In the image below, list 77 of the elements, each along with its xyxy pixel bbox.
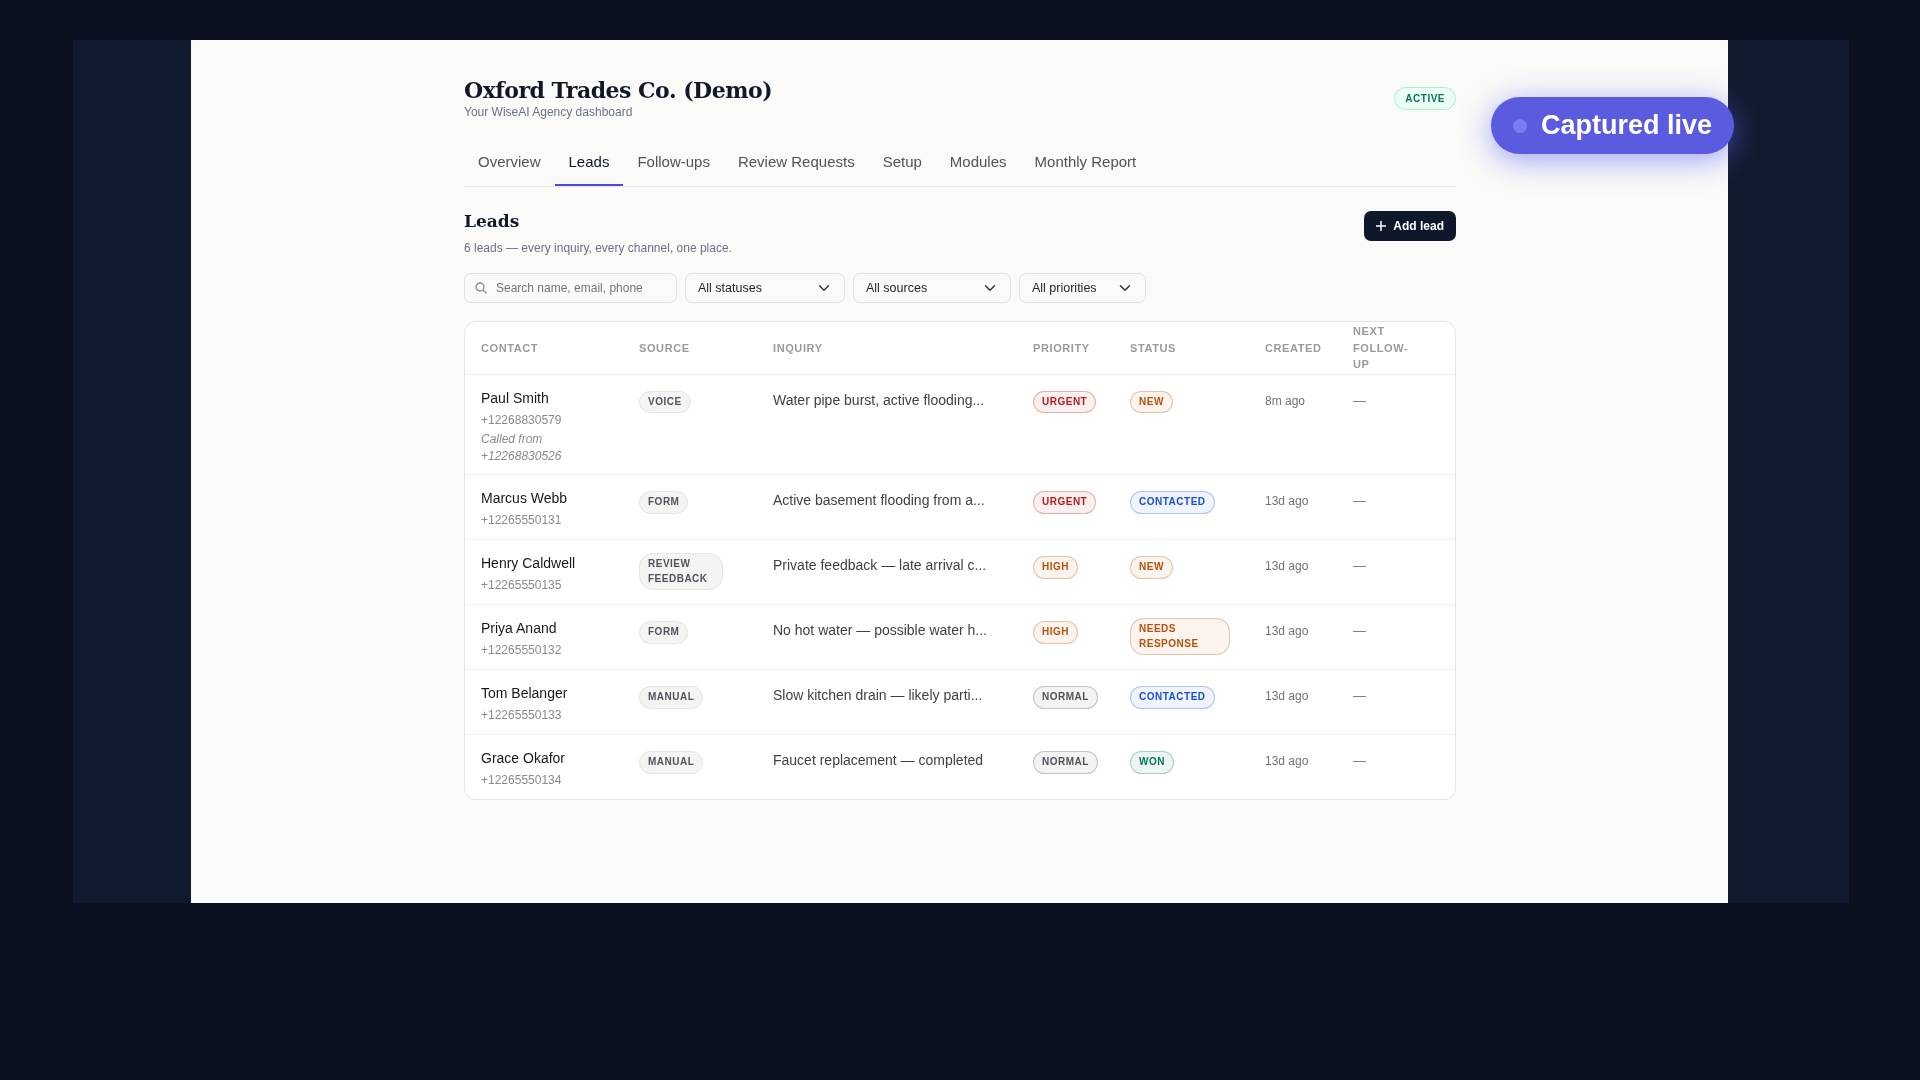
source-tag: VOICE	[639, 390, 691, 414]
contact-phone: +12265550134	[481, 772, 563, 790]
contact-name: Tom Belanger	[481, 684, 569, 704]
section-subtitle: 6 leads — every inquiry, every channel, one place.	[464, 240, 732, 258]
next-follow-up: —	[1353, 688, 1366, 704]
column-header: STATUS	[1130, 341, 1176, 354]
filter-select[interactable]: All sources	[853, 273, 1011, 304]
source-tag: MANUAL	[639, 686, 704, 709]
page-title: Oxford Trades Co. (Demo)	[464, 77, 773, 104]
priority-tag: URGENT	[1033, 491, 1097, 514]
status-tag: NEW	[1130, 390, 1173, 414]
priority-tag: HIGH	[1033, 621, 1078, 644]
priority-tag: HIGH	[1033, 556, 1078, 579]
status-badge: ACTIVE	[1394, 87, 1456, 110]
contact-phone: +12265550133	[481, 707, 563, 725]
source-tag: REVIEW FEEDBACK	[639, 553, 723, 591]
status-tag: CONTACTED	[1130, 686, 1215, 709]
next-follow-up: —	[1353, 493, 1366, 509]
tab[interactable]: Setup	[868, 143, 936, 186]
section-title: Leads	[464, 210, 521, 232]
created-time: 13d ago	[1265, 494, 1309, 509]
inquiry-text: Active basement flooding from a...	[773, 492, 985, 509]
next-follow-up: —	[1353, 623, 1366, 639]
contact-name: Paul Smith	[481, 388, 550, 408]
next-follow-up: —	[1353, 558, 1366, 574]
created-time: 13d ago	[1265, 754, 1309, 769]
page-subtitle: Your WiseAI Agency dashboard	[464, 104, 634, 122]
contact-name: Marcus Webb	[481, 489, 569, 509]
priority-tag: URGENT	[1033, 390, 1097, 414]
dot-icon	[1513, 118, 1527, 133]
inquiry-text: Private feedback — late arrival c...	[773, 557, 987, 574]
tab[interactable]: Monthly Report	[1020, 143, 1151, 186]
search-icon	[475, 282, 487, 295]
created-time: 8m ago	[1265, 393, 1306, 408]
column-header: SOURCE	[639, 341, 690, 354]
status-tag: CONTACTED	[1130, 491, 1215, 514]
tab[interactable]: Follow-ups	[623, 143, 724, 186]
created-time: 13d ago	[1265, 624, 1309, 639]
contact-phone: +12265550132	[481, 642, 563, 660]
column-header: PRIORITY	[1033, 341, 1090, 354]
source-tag: FORM	[639, 491, 689, 514]
contact-name: Priya Anand	[481, 619, 558, 639]
contact-phone: +12268830579	[481, 411, 563, 429]
inquiry-text: Slow kitchen drain — likely parti...	[773, 687, 983, 704]
created-time: 13d ago	[1265, 689, 1309, 704]
column-header: CONTACT	[481, 341, 539, 354]
column-header: NEXT FOLLOW-UP	[1353, 324, 1410, 373]
tab[interactable]: Overview	[464, 143, 555, 186]
status-tag: NEEDS RESPONSE	[1130, 618, 1230, 656]
created-time: 13d ago	[1265, 559, 1309, 574]
next-follow-up: —	[1353, 753, 1366, 769]
priority-tag: NORMAL	[1033, 686, 1098, 709]
inquiry-text: Faucet replacement — completed	[773, 752, 984, 769]
contact-name: Grace Okafor	[481, 749, 567, 769]
filter-select[interactable]: All priorities	[1019, 273, 1146, 304]
filter-select[interactable]: All statuses	[685, 273, 845, 304]
column-header: CREATED	[1265, 341, 1322, 354]
tab[interactable]: Leads	[554, 143, 624, 186]
contact-name: Henry Caldwell	[481, 554, 577, 574]
tab[interactable]: Review Requests	[723, 143, 869, 186]
priority-tag: NORMAL	[1033, 751, 1098, 774]
source-tag: MANUAL	[639, 751, 704, 774]
status-tag: WON	[1130, 751, 1174, 774]
column-header: INQUIRY	[773, 341, 823, 354]
status-tag: NEW	[1130, 556, 1173, 579]
next-follow-up: —	[1353, 392, 1366, 408]
add-lead-button[interactable]: Add lead	[1364, 210, 1456, 241]
search-field[interactable]: Search name, email, phone	[464, 273, 677, 304]
contact-note: Called from +12268830526	[481, 430, 563, 465]
plus-icon	[1376, 220, 1387, 231]
inquiry-text: No hot water — possible water h...	[773, 622, 987, 639]
source-tag: FORM	[639, 621, 689, 644]
contact-phone: +12265550135	[481, 577, 563, 595]
contact-phone: +12265550131	[481, 512, 563, 530]
inquiry-text: Water pipe burst, active flooding...	[773, 391, 985, 408]
captured-live-badge: Captured live	[1491, 97, 1735, 154]
tab[interactable]: Modules	[935, 143, 1021, 186]
